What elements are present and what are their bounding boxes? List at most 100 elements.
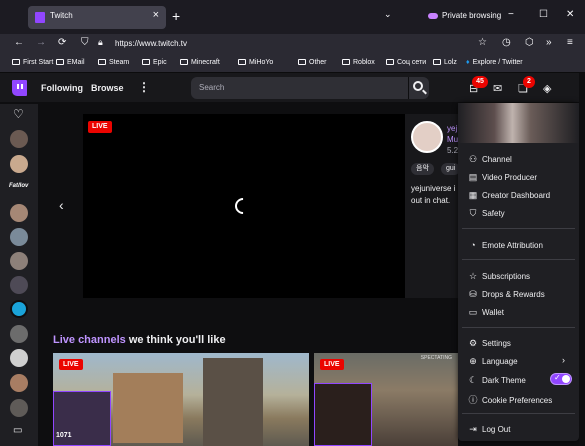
notifications-badge: 2 bbox=[523, 76, 535, 88]
sidebar-channel-avatar[interactable] bbox=[10, 155, 28, 173]
tracking-shield-icon[interactable]: ⛉ bbox=[81, 37, 89, 48]
star-icon: ☆ bbox=[468, 271, 478, 281]
folder-icon bbox=[433, 59, 441, 65]
app-menu-icon[interactable]: ≡ bbox=[567, 37, 573, 48]
overflow-icon[interactable]: » bbox=[546, 37, 552, 48]
sidebar-channel-avatar[interactable] bbox=[10, 130, 28, 148]
bookmark-item[interactable]: ♦ Explore / Twitter bbox=[466, 59, 523, 66]
bookmark-item[interactable]: Steam bbox=[98, 59, 129, 66]
dark-theme-toggle[interactable]: ✓ bbox=[550, 373, 572, 385]
bookmarks-toolbar: First Start EMail Steam Epic Minecraft M… bbox=[0, 54, 585, 73]
person-icon: ⚇ bbox=[468, 154, 478, 164]
bookmark-item[interactable]: First Start bbox=[12, 59, 53, 66]
folder-icon bbox=[342, 59, 350, 65]
history-icon[interactable]: ◷ bbox=[502, 37, 511, 48]
inbox-badge: 45 bbox=[472, 76, 488, 88]
channel-game[interactable]: Mu bbox=[447, 135, 458, 144]
menu-item-log-out[interactable]: ⇥ Log Out bbox=[468, 424, 510, 435]
chevron-right-icon: › bbox=[562, 355, 565, 365]
bookmark-item[interactable]: Lolz bbox=[433, 59, 457, 66]
menu-item-language[interactable]: ⊕ Language bbox=[468, 356, 517, 367]
search-button[interactable] bbox=[408, 77, 429, 99]
menu-item-wallet[interactable]: ▭ Wallet bbox=[468, 307, 504, 318]
menu-item-creator-dashboard[interactable]: ▦ Creator Dashboard bbox=[468, 190, 550, 201]
globe-icon: ⊕ bbox=[469, 356, 477, 366]
menu-item-settings[interactable]: ⚙ Settings bbox=[468, 338, 511, 349]
close-window-button[interactable]: ✕ bbox=[566, 9, 574, 20]
menu-item-emote-attribution[interactable]: ◔ Emote Attribution bbox=[468, 240, 543, 250]
new-tab-button[interactable]: + bbox=[172, 8, 180, 24]
url-bar[interactable]: ⛉ 🔒︎ https://www.twitch.tv bbox=[73, 37, 493, 51]
section-rest: we think you'll like bbox=[125, 334, 226, 346]
whispers-icon[interactable]: ✉ bbox=[493, 82, 502, 95]
menu-divider bbox=[462, 228, 575, 229]
tab-title: Twitch bbox=[50, 11, 73, 20]
maximize-window-button[interactable]: ☐ bbox=[539, 9, 548, 20]
channel-description: yejuniverse i out in chat. bbox=[411, 184, 456, 205]
folder-icon bbox=[180, 59, 188, 65]
menu-item-safety[interactable]: ⛉ Safety bbox=[468, 208, 505, 219]
menu-item-dark-theme[interactable]: ☾ Dark Theme bbox=[468, 375, 526, 386]
stream-thumbnail[interactable]: 1071 bbox=[53, 353, 309, 446]
folder-icon bbox=[98, 59, 106, 65]
live-badge: LIVE bbox=[59, 359, 83, 370]
back-button[interactable]: ← bbox=[14, 37, 24, 48]
close-tab-icon[interactable]: × bbox=[153, 9, 159, 21]
sidebar-channel-avatar[interactable] bbox=[10, 325, 28, 343]
streamer-webcam: 1071 bbox=[53, 391, 111, 446]
channel-avatar[interactable] bbox=[411, 121, 443, 153]
shield-icon: ⛉ bbox=[469, 208, 477, 218]
bookmark-item[interactable]: Other bbox=[298, 59, 327, 66]
extension-icon[interactable]: ⬡ bbox=[525, 37, 534, 48]
folder-icon bbox=[386, 59, 394, 65]
webcam-overlay-text: 1071 bbox=[56, 432, 72, 439]
followed-heart-icon[interactable]: ♡ bbox=[13, 107, 24, 121]
section-highlight[interactable]: Live channels bbox=[53, 334, 126, 346]
camera-icon[interactable]: ▭ bbox=[13, 425, 22, 436]
channel-name[interactable]: yej bbox=[447, 124, 457, 133]
twitch-logo-icon[interactable] bbox=[12, 80, 27, 96]
twitter-bird-icon: ♦ bbox=[466, 59, 470, 66]
menu-item-drops[interactable]: ⛁ Drops & Rewards bbox=[468, 289, 544, 300]
menu-item-video-producer[interactable]: ▤ Video Producer bbox=[468, 172, 537, 183]
menu-item-channel[interactable]: ⚇ Channel bbox=[468, 154, 512, 165]
list-tabs-chevron-icon[interactable]: ⌄ bbox=[384, 9, 392, 20]
minimize-window-button[interactable]: − bbox=[508, 9, 514, 20]
private-mask-icon bbox=[428, 12, 438, 19]
more-options-icon[interactable]: ⋮ bbox=[138, 80, 150, 94]
tag-chip[interactable]: 음악 bbox=[411, 163, 434, 175]
bits-icon[interactable]: ◈ bbox=[543, 82, 551, 95]
sidebar-channel-avatar[interactable] bbox=[10, 349, 28, 367]
reload-button[interactable]: ⟳ bbox=[58, 37, 66, 48]
thumbnail-building bbox=[113, 373, 183, 443]
sidebar-channel-avatar[interactable] bbox=[10, 204, 28, 222]
menu-divider bbox=[462, 327, 575, 328]
search-input[interactable]: Search bbox=[191, 77, 408, 99]
sidebar-channel-avatar[interactable] bbox=[10, 276, 28, 294]
bookmark-item[interactable]: Соц сети bbox=[386, 59, 426, 66]
url-text[interactable]: https://www.twitch.tv bbox=[115, 39, 187, 48]
nav-browse[interactable]: Browse bbox=[91, 83, 124, 93]
sidebar-channel-avatar[interactable]: Fat/lov bbox=[9, 183, 28, 189]
bookmark-item[interactable]: MiHoYo bbox=[238, 59, 273, 66]
bookmark-item[interactable]: Minecraft bbox=[180, 59, 220, 66]
sidebar-channel-avatar[interactable] bbox=[10, 252, 28, 270]
sidebar-channel-avatar[interactable] bbox=[10, 399, 28, 417]
nav-following[interactable]: Following bbox=[41, 83, 83, 93]
video-producer-icon: ▤ bbox=[468, 172, 478, 182]
dropdown-user-header[interactable] bbox=[458, 103, 579, 143]
menu-item-subscriptions[interactable]: ☆ Subscriptions bbox=[468, 271, 530, 282]
sidebar-channel-avatar[interactable] bbox=[10, 228, 28, 246]
carousel-prev-icon[interactable]: ‹ bbox=[59, 197, 64, 213]
viewer-count: 5.2 bbox=[447, 146, 459, 155]
check-icon: ✓ bbox=[554, 373, 561, 382]
sidebar-channel-avatar[interactable] bbox=[10, 300, 28, 318]
lock-icon[interactable]: 🔒︎ bbox=[98, 37, 103, 48]
bookmark-item[interactable]: EMail bbox=[56, 59, 85, 66]
bookmark-item[interactable]: Roblox bbox=[342, 59, 375, 66]
bookmark-item[interactable]: Epic bbox=[142, 59, 167, 66]
forward-button[interactable]: → bbox=[36, 37, 46, 48]
sidebar-channel-avatar[interactable] bbox=[10, 374, 28, 392]
menu-item-cookie-preferences[interactable]: ⓘ Cookie Preferences bbox=[468, 393, 552, 406]
browser-tab-twitch[interactable]: Twitch × bbox=[28, 6, 166, 29]
